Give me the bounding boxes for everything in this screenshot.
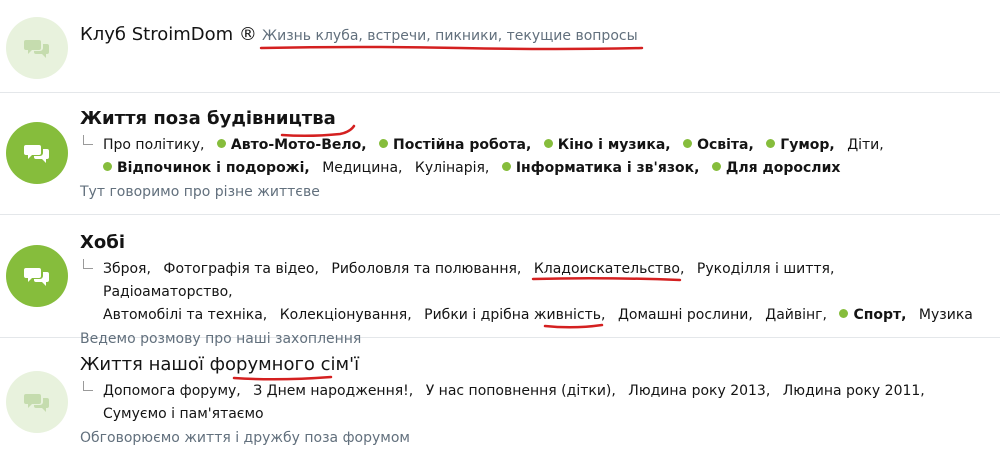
subforum-link[interactable]: Постійна робота, [379, 137, 531, 153]
subforum-link[interactable]: З Днем народження!, [253, 383, 413, 399]
subforum-link[interactable]: Людина року 2013, [628, 383, 770, 399]
subforum-list: Про політику, Авто-Мото-Вело, Постійна р… [80, 134, 983, 180]
tree-branch-icon [83, 381, 93, 391]
subforum-link[interactable]: Кулінарія, [415, 160, 489, 176]
node-description: Тут говоримо про різне життєве [80, 184, 320, 200]
node-description: Обговорюємо життя і дружбу поза форумом [80, 430, 410, 446]
subforum-link[interactable]: Медицина, [322, 160, 402, 176]
subforum-link[interactable]: Рукоділля і шиття, [697, 261, 835, 277]
subforum-link[interactable]: Зброя, [103, 261, 151, 277]
subforum-link[interactable]: Освіта, [683, 137, 754, 153]
subforum-link[interactable]: Діти, [847, 137, 884, 153]
subforum-link[interactable]: Дайвінг, [765, 307, 827, 323]
forum-node-club: Клуб StroimDom ® Жизнь клуба, встречи, п… [0, 0, 1000, 93]
chat-bubbles-icon [6, 122, 68, 184]
tree-branch-icon [83, 259, 93, 269]
node-title-link[interactable]: Життя нашої форумного сім'ї [80, 353, 359, 377]
subforum-link[interactable]: Риболовля та полювання, [331, 261, 521, 277]
node-title-link[interactable]: Життя поза будівництва [80, 107, 336, 131]
red-underline-mark [259, 45, 644, 51]
subforum-link[interactable]: Інформатика і зв'язок, [502, 160, 700, 176]
subforum-link[interactable]: Фотографія та відео, [163, 261, 319, 277]
forum-node-list: Клуб StroimDom ® Жизнь клуба, встречи, п… [0, 0, 1000, 466]
chat-bubbles-icon [6, 17, 68, 79]
node-title-link[interactable]: Клуб StroimDom ® [80, 23, 257, 47]
node-description: Жизнь клуба, встречи, пикники, текущие в… [262, 28, 638, 44]
chat-bubbles-icon [6, 371, 68, 433]
subforum-link-marked[interactable]: Рибки і дрібна живність, [424, 304, 606, 329]
forum-node-hobby: Хобі Зброя, Фотографія та відео, Риболов… [0, 215, 1000, 347]
node-title-link[interactable]: Хобі [80, 231, 125, 255]
subforum-link[interactable]: Автомобілі та техніка, [103, 307, 267, 323]
subforum-link[interactable]: Допомога форуму, [103, 383, 241, 399]
subforum-link[interactable]: Сумуємо і пам'ятаємо [103, 406, 264, 422]
chat-bubbles-icon [6, 245, 68, 307]
subforum-link[interactable]: Про політику, [103, 137, 204, 153]
subforum-list: Допомога форуму, З Днем народження!, У н… [80, 380, 983, 426]
subforum-link[interactable]: У нас поповнення (дітки), [426, 383, 616, 399]
subforum-link[interactable]: Гумор, [766, 137, 834, 153]
subforum-link[interactable]: Спорт, [839, 307, 906, 323]
forum-node-forum-family: Життя нашої форумного сім'ї Допомога фор… [0, 338, 1000, 466]
subforum-link[interactable]: Музика [919, 307, 973, 323]
subforum-link[interactable]: Радіоаматорство, [103, 284, 233, 300]
subforum-link[interactable]: Рибки і дрібна живність, [424, 307, 605, 323]
subforum-link[interactable]: Відпочинок і подорожі, [103, 160, 310, 176]
subforum-link[interactable]: Кладоискательство, [534, 261, 685, 277]
subforum-list: Зброя, Фотографія та відео, Риболовля та… [80, 258, 983, 329]
forum-node-life-outside-construction: Життя поза будівництва Про політику, Авт… [0, 93, 1000, 215]
subforum-link[interactable]: Авто-Мото-Вело, [217, 137, 367, 153]
subforum-link[interactable]: Кіно і музика, [544, 137, 671, 153]
subforum-link-marked[interactable]: Кладоискательство, [531, 258, 685, 282]
subforum-link[interactable]: Колекціонування, [280, 307, 412, 323]
subforum-link[interactable]: Домашні рослини, [618, 307, 753, 323]
subforum-link[interactable]: Для дорослих [712, 160, 841, 176]
tree-branch-icon [83, 135, 93, 145]
subforum-link[interactable]: Людина року 2011, [783, 383, 925, 399]
